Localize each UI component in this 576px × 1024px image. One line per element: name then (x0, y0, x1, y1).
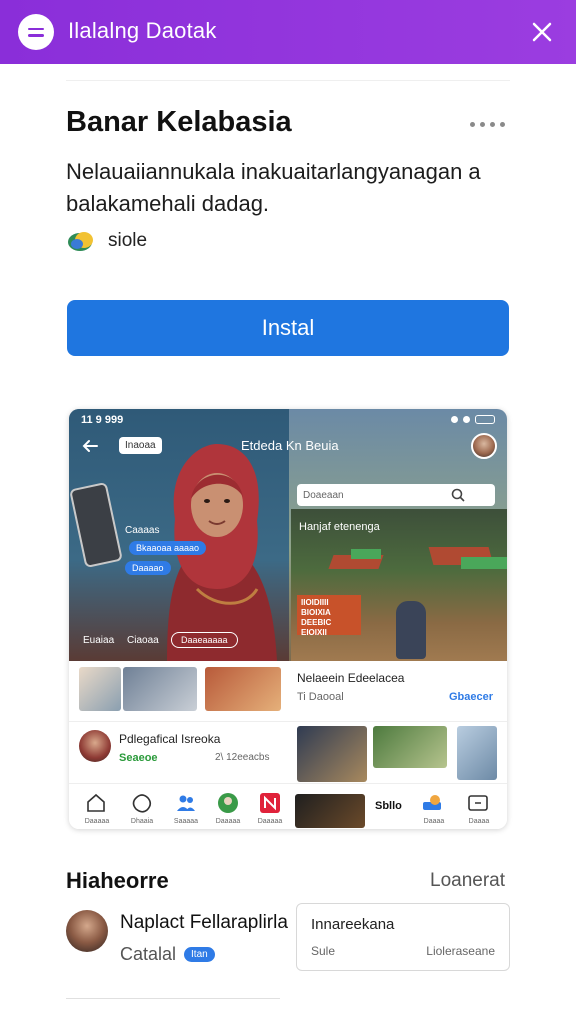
shapes-icon[interactable] (131, 792, 153, 814)
thumbnail[interactable] (457, 726, 497, 780)
info-card-title: Innareekana (311, 916, 395, 933)
search-input[interactable]: Doaeaan (297, 484, 495, 506)
avatar[interactable] (471, 433, 497, 459)
info-card-left: Sule (311, 944, 336, 958)
content-row[interactable]: Pdlegafical Isreoka Seaeoe 2\ 12eeacbs (69, 721, 507, 783)
search-icon[interactable] (451, 488, 465, 502)
see-all-link[interactable]: Loanerat (430, 870, 505, 892)
thumbnail[interactable] (373, 726, 447, 768)
row-link[interactable]: Gbaecer (449, 691, 493, 703)
close-icon[interactable] (526, 16, 558, 48)
dot-icon (500, 121, 505, 127)
rating-text: siole (108, 230, 148, 251)
hero-caption: Caaaas (125, 525, 160, 536)
battery-icon (475, 415, 495, 424)
reviewer-meta: Catalal Itan (120, 944, 215, 965)
dot-icon (490, 121, 495, 127)
card-title: Hanjaf etenenga (299, 521, 380, 533)
bottom-nav: Daaaaa Dhaaia Saaaaa Daaaaa Daaaaa Sbllo… (69, 783, 507, 829)
reviewer-name: Naplact Fellaraplirla (120, 912, 288, 933)
home-icon[interactable] (85, 792, 107, 814)
inbox-icon[interactable] (467, 792, 489, 814)
person-figure (396, 601, 426, 659)
app-name: Banar Kelabasia (66, 106, 292, 138)
profile-icon[interactable] (217, 792, 239, 814)
promo-label: IIOIDIIII BIOIXIA DEEBIC EIOIXII (297, 595, 361, 637)
nav-label: Saaaaa (173, 818, 199, 825)
status-badge: Itan (184, 947, 215, 962)
status-icons (451, 415, 495, 424)
menu-icon-bar (28, 34, 44, 37)
back-arrow-icon[interactable] (81, 437, 99, 455)
nav-label: Daaaaa (257, 818, 283, 825)
status-time: 11 9 999 (81, 414, 124, 426)
signal-icon (451, 416, 458, 423)
row-count: 2\ 12eeacbs (215, 752, 270, 763)
top-bar-title: Ilalalng Daotak (68, 18, 217, 43)
info-card[interactable]: Innareekana Sule Lioleraseane (296, 903, 510, 971)
row-status: Seaeoe (119, 752, 158, 764)
nav-label: Daaaa (468, 818, 490, 825)
search-placeholder: Doaeaan (303, 489, 344, 501)
roof-shape (461, 557, 507, 569)
hero-bottom-label: Euaiaa (83, 635, 115, 646)
content-row[interactable]: Nelaeein Edeelacea Ti Daooal Gbaecer (69, 661, 507, 721)
dot-icon (470, 121, 475, 127)
install-button[interactable]: Instal (67, 300, 509, 356)
hero-bottom-label: Ciaoaa (127, 635, 159, 646)
section-title: Hiaheorre (66, 868, 169, 893)
info-card-right: Lioleraseane (426, 944, 495, 958)
dot-icon (480, 121, 485, 127)
nav-label: Dhaaia (130, 818, 154, 825)
row-subtitle: Ti Daooal (297, 691, 344, 703)
menu-icon-bar (28, 27, 44, 30)
row-title: Nelaeein Edeelacea (297, 671, 405, 685)
avatar[interactable] (79, 730, 111, 762)
hero-chip[interactable]: Bkaaoaa aaaao (129, 541, 207, 555)
wifi-icon (463, 416, 470, 423)
nav-label: Daaaa (423, 818, 445, 825)
nav-mid-label: Sbllo (375, 800, 402, 812)
menu-button[interactable] (18, 14, 54, 50)
thumbnail[interactable] (79, 667, 121, 711)
top-app-bar: Ilalalng Daotak (0, 0, 576, 64)
hero-chip[interactable]: Daaaao (125, 561, 171, 575)
row-title: Pdlegafical Isreoka (119, 732, 221, 746)
thumbnail[interactable] (205, 667, 281, 711)
divider (66, 998, 280, 999)
app-description: Nelauaiiannukala inakuaitarlangyanagan a… (66, 159, 481, 216)
nav-label: Daaaaa (215, 818, 241, 825)
nav-label: Daaaaa (84, 818, 110, 825)
divider (66, 80, 510, 81)
hero-outline-chip[interactable]: Daaeaaaaa (171, 632, 238, 648)
people-icon[interactable] (175, 792, 197, 814)
hero-image: 11 9 999 Inaoaa Etdeda Kn Beuia Caaaas B… (69, 409, 507, 661)
thumbnail[interactable] (295, 794, 365, 828)
sticker-icon[interactable] (421, 792, 443, 814)
app-icon[interactable] (259, 792, 281, 814)
rating-icon (68, 232, 93, 251)
thumbnail[interactable] (297, 726, 367, 782)
avatar[interactable] (66, 910, 108, 952)
rating-row: siole (66, 228, 147, 254)
thumbnail[interactable] (123, 667, 197, 711)
more-options-button[interactable] (470, 118, 510, 130)
reviewer-sub-text: Catalal (120, 944, 177, 964)
roof-shape (351, 549, 381, 559)
app-screenshot-preview[interactable]: 11 9 999 Inaoaa Etdeda Kn Beuia Caaaas B… (69, 409, 507, 829)
